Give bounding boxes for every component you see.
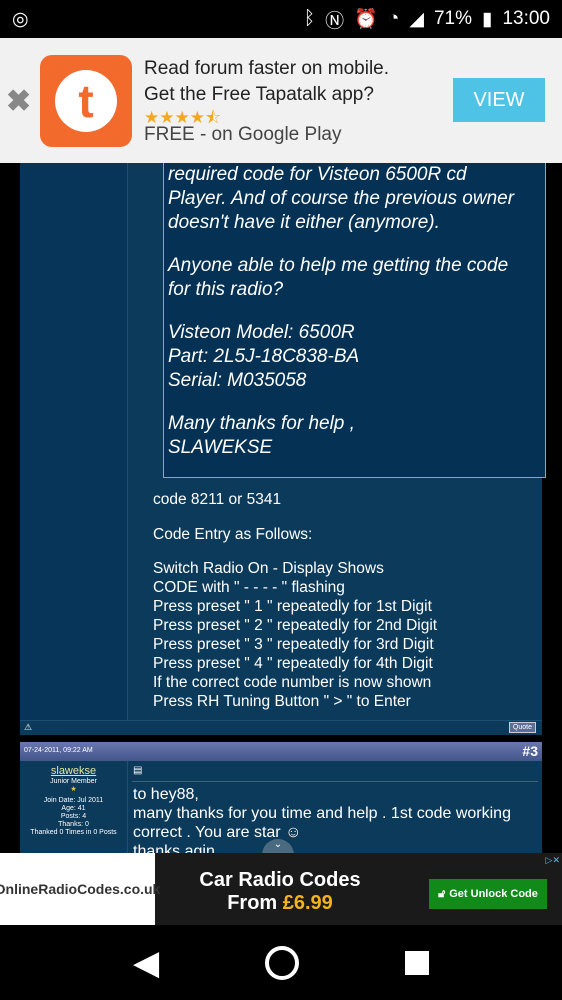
quote-line: Visteon Model: 6500R (168, 322, 355, 343)
adchoices-icon[interactable]: ▷✕ (546, 855, 560, 866)
post-number[interactable]: #3 (522, 743, 538, 759)
reply-line: Press RH Tuning Button " > " to Enter (153, 693, 411, 710)
signal-icon: ◢ (409, 8, 424, 30)
posts: Posts: 4 (60, 813, 87, 820)
banner-line3: FREE - on Google Play (144, 124, 342, 145)
get-unlock-code-button[interactable]: 🔓︎ Get Unlock Code (429, 879, 547, 909)
ad-banner[interactable]: OnlineRadioCodes.co.uk Car Radio Codes F… (0, 853, 562, 925)
user-info: slawekse Junior Member ★ Join Date: Jul … (20, 761, 128, 853)
bluetooth-icon: ᛒ (303, 8, 316, 29)
reply-line: Switch Radio On - Display Shows (153, 560, 384, 577)
clock: 13:00 (502, 8, 550, 29)
forum-thread: required code for Visteon 6500R cd Player… (0, 163, 562, 860)
report-icon[interactable]: ⚠ (24, 722, 32, 733)
post-body: code 8211 or 5341 Code Entry as Follows: S… (153, 490, 437, 711)
tapatalk-banner: ✖ t Read forum faster on mobile. Get the… (0, 38, 562, 163)
post-icon: ▤ (133, 765, 143, 776)
post-footer: ⚠ Quote (20, 720, 542, 735)
username[interactable]: slawekse (20, 764, 127, 778)
post-line: many thanks for you time and help . 1st … (133, 805, 511, 822)
navigation-bar: ◀ (0, 925, 562, 1000)
quote-button[interactable]: Quote (508, 722, 536, 733)
alarm-icon: ⏰ (354, 9, 378, 30)
back-icon[interactable]: ◀ (133, 943, 159, 983)
user-column (20, 163, 128, 720)
home-icon[interactable] (265, 945, 300, 980)
banner-line1: Read forum faster on mobile. (144, 58, 390, 79)
ad-logo: OnlineRadioCodes.co.uk (0, 853, 160, 925)
thanked: Thanked 0 Times in 0 Posts (30, 829, 117, 836)
lock-icon: 🔓︎ (438, 887, 446, 900)
tapatalk-logo: t (40, 55, 132, 147)
reply-line: If the correct code number is now shown (153, 674, 432, 691)
age: Age: 41 (61, 805, 86, 812)
reply-line: CODE with " - - - - " flashing (153, 579, 345, 596)
post3-body: to hey88, many thanks for you time and he… (133, 785, 511, 861)
user-rank: Junior Member (50, 778, 97, 785)
quote-line: Player. And of course the previous owner (168, 188, 515, 209)
reply-line: code 8211 or 5341 (153, 491, 282, 508)
post-header: 07-24-2011, 09:22 AM #3 (20, 742, 542, 761)
quote-line: doesn't have it either (anymore). (168, 212, 440, 233)
join-date: Join Date: Jul 2011 (43, 797, 104, 804)
quote-line: Part: 2L5J-18C838-BA (168, 346, 360, 367)
reply-line: Press preset " 3 " repeatedly for 3rd Di… (153, 636, 434, 653)
quote-box: required code for Visteon 6500R cd Player… (163, 163, 546, 478)
reply-line: Code Entry as Follows: (153, 525, 313, 543)
wifi-icon: ◔ (387, 8, 400, 29)
quote-line: Serial: M035058 (168, 370, 307, 391)
close-icon[interactable]: ✖ (6, 84, 31, 119)
quote-line (168, 235, 541, 254)
reply-line: Press preset " 2 " repeatedly for 2nd Di… (153, 617, 438, 634)
banner-line2: Get the Free Tapatalk app? (144, 84, 374, 105)
post-3: slawekse Junior Member ★ Join Date: Jul … (20, 761, 542, 860)
quote-line (168, 302, 541, 321)
quote-line (168, 393, 541, 412)
quote-line: Anyone able to help me getting the code (168, 255, 509, 276)
ad-headline: Car Radio Codes From £6.99 (199, 869, 361, 914)
reply-line: Press preset " 1 " repeatedly for 1st Di… (153, 598, 432, 615)
instagram-icon: ◎ (12, 8, 29, 30)
battery-percent: 71% (433, 8, 472, 29)
recents-icon[interactable] (405, 950, 429, 975)
battery-icon: ▮ (481, 8, 493, 30)
reply-line: Press preset " 4 " repeatedly for 4th Di… (153, 655, 433, 672)
quote-line: SLAWEKSE (168, 437, 273, 458)
post-2: required code for Visteon 6500R cd Player… (20, 163, 546, 720)
post-line: to hey88, (133, 786, 199, 803)
view-button[interactable]: VIEW (453, 78, 545, 122)
quote-line: required code for Visteon 6500R cd (168, 164, 467, 185)
post-date: 07-24-2011, 09:22 AM (24, 747, 93, 754)
post-line: correct . You are star ☺ (133, 824, 302, 841)
nfc-icon: Ⓝ (325, 10, 345, 32)
star-icon: ★ (70, 786, 77, 793)
quote-line: for this radio? (168, 279, 284, 300)
thanks: Thanks: 0 (58, 821, 89, 828)
status-bar: ◎ ᛒ Ⓝ ⏰ ◔ ◢ 71% ▮ 13:00 (0, 0, 562, 38)
reply-line (153, 509, 437, 525)
reply-line (153, 544, 437, 560)
divider (132, 781, 538, 782)
quote-line: Many thanks for help , (168, 413, 355, 434)
